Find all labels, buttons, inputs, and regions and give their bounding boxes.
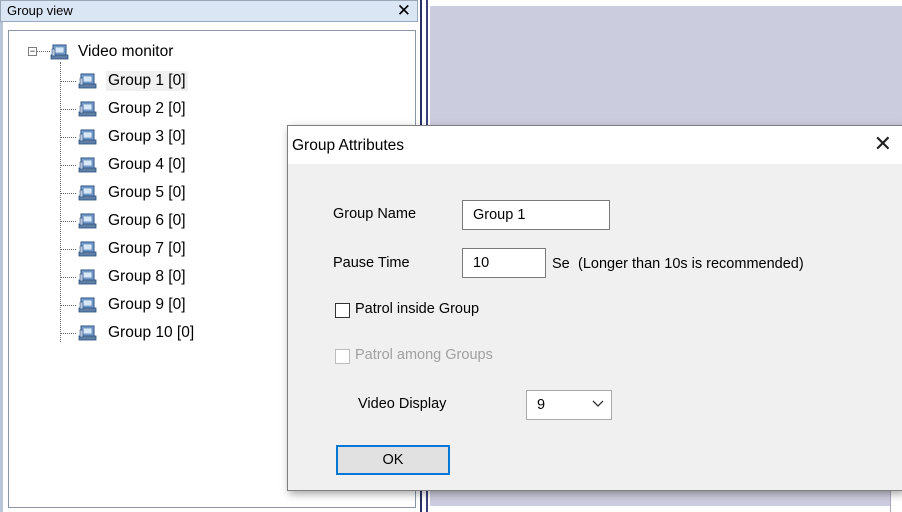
- panel-title: Group view: [7, 3, 73, 18]
- group-icon: [78, 185, 97, 201]
- group-name-label: Group Name: [333, 206, 417, 222]
- pause-time-hint: (Longer than 10s is recommended): [578, 256, 804, 272]
- dialog-titlebar[interactable]: Group Attributes ✕: [288, 126, 902, 164]
- group-icon: [78, 129, 97, 145]
- tree-node-group-8[interactable]: Group 8 [0]: [78, 265, 188, 289]
- tree-node-label: Group 7 [0]: [108, 240, 186, 257]
- pause-time-unit: Sec: [552, 256, 570, 272]
- tree-node-group-7[interactable]: Group 7 [0]: [78, 237, 188, 261]
- pause-time-input[interactable]: 10: [462, 248, 546, 278]
- tree-node-label: Group 3 [0]: [108, 128, 186, 145]
- tree-connector-line: [60, 137, 76, 138]
- tree-connector-line: [60, 81, 76, 82]
- tree-node-label: Group 9 [0]: [108, 296, 186, 313]
- collapse-expander-icon[interactable]: −: [28, 47, 37, 56]
- dialog-close-button[interactable]: ✕: [874, 132, 892, 157]
- tree-connector-line: [60, 305, 76, 306]
- panel-left-edge: [0, 22, 3, 512]
- tree-node-video-monitor[interactable]: Video monitor: [50, 40, 173, 64]
- tree-node-label: Group 8 [0]: [108, 268, 186, 285]
- tree-connector-line: [60, 165, 76, 166]
- tree-node-label: Group 5 [0]: [108, 184, 186, 201]
- video-display-label: Video Display: [358, 396, 447, 412]
- video-display-select[interactable]: 9: [526, 390, 612, 420]
- tree-node-group-1[interactable]: Group 1 [0]: [78, 69, 188, 93]
- patrol-inside-group-checkbox[interactable]: [335, 303, 350, 318]
- ok-button[interactable]: OK: [336, 445, 450, 475]
- patrol-among-groups-label[interactable]: Patrol among Groups: [355, 347, 493, 363]
- tree-node-group-4[interactable]: Group 4 [0]: [78, 153, 188, 177]
- tree-node-label: Video monitor: [78, 43, 174, 60]
- tree-connector-line: [60, 277, 76, 278]
- tree-connector-line: [60, 249, 76, 250]
- chevron-down-icon: [592, 400, 604, 407]
- video-display-value: 9: [537, 397, 546, 413]
- tree-node-group-10[interactable]: Group 10 [0]: [78, 321, 196, 345]
- tree-connector-line: [36, 51, 50, 52]
- patrol-inside-group-label[interactable]: Patrol inside Group: [355, 301, 479, 317]
- tree-node-label: Group 10 [0]: [108, 324, 195, 341]
- tree-connector-line: [60, 193, 76, 194]
- right-area-top-border: [430, 0, 902, 6]
- panel-header: Group view ✕: [0, 0, 418, 22]
- right-area-bottom-border: [430, 506, 902, 512]
- tree-node-group-6[interactable]: Group 6 [0]: [78, 209, 188, 233]
- group-icon: [78, 241, 97, 257]
- tree-node-label: Group 1 [0]: [106, 71, 188, 91]
- group-icon: [78, 101, 97, 117]
- group-icon: [78, 269, 97, 285]
- tree-connector-line: [60, 109, 76, 110]
- pause-time-label: Pause Time: [333, 255, 410, 271]
- group-attributes-dialog: Group Attributes ✕ Group Name Group 1 Pa…: [287, 125, 902, 491]
- group-icon: [78, 73, 97, 89]
- tree-connector-line: [60, 62, 61, 342]
- group-name-input[interactable]: Group 1: [462, 200, 610, 230]
- group-icon: [78, 213, 97, 229]
- dialog-title: Group Attributes: [292, 137, 405, 154]
- tree-connector-line: [60, 333, 76, 334]
- tree-connector-line: [60, 221, 76, 222]
- tree-node-group-9[interactable]: Group 9 [0]: [78, 293, 188, 317]
- panel-close-button[interactable]: ✕: [397, 0, 411, 22]
- tree-node-label: Group 4 [0]: [108, 156, 186, 173]
- tree-node-group-2[interactable]: Group 2 [0]: [78, 97, 188, 121]
- tree-node-label: Group 2 [0]: [108, 100, 186, 117]
- tree-node-label: Group 6 [0]: [108, 212, 186, 229]
- group-icon: [78, 157, 97, 173]
- group-icon: [78, 297, 97, 313]
- patrol-among-groups-checkbox[interactable]: [335, 349, 350, 364]
- app-window: Group view ✕ − Video monitor Group 1 [0]…: [0, 0, 902, 512]
- tree-node-group-5[interactable]: Group 5 [0]: [78, 181, 188, 205]
- dialog-client-area: Group Name Group 1 Pause Time 10 Sec (Lo…: [288, 164, 902, 490]
- group-icon: [78, 325, 97, 341]
- video-monitor-icon: [50, 44, 69, 60]
- tree-node-group-3[interactable]: Group 3 [0]: [78, 125, 188, 149]
